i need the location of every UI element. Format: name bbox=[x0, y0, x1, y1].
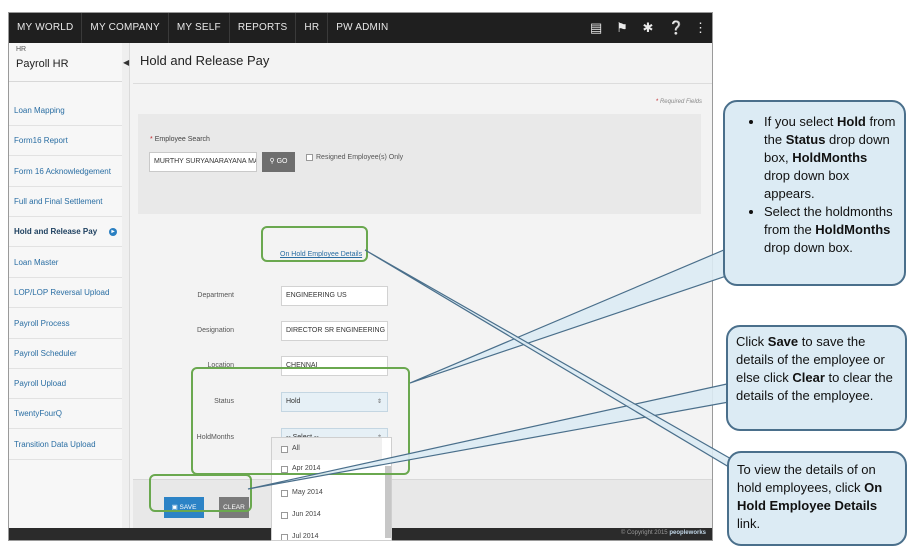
help-icon[interactable]: ❔ bbox=[668, 20, 684, 36]
highlight-save-clear bbox=[149, 474, 252, 512]
designation-label: Designation bbox=[197, 327, 234, 334]
callout-hold-months: If you select Hold from the Status drop … bbox=[723, 100, 906, 286]
highlight-status-holdmonths bbox=[191, 367, 410, 475]
sidebar-item-form16-ack[interactable]: Form 16 Acknowledgement bbox=[9, 157, 123, 187]
callout-on-hold-details: To view the details of on hold employees… bbox=[727, 451, 907, 546]
sidebar-item-twentyfourq[interactable]: TwentyFourQ bbox=[9, 399, 123, 429]
required-note-text: Required Fields bbox=[659, 99, 702, 105]
callout-bullet: If you select Hold from the Status drop … bbox=[764, 113, 896, 203]
sidebar-item-form16-report[interactable]: Form16 Report bbox=[9, 126, 123, 156]
month-option-label: Jul 2014 bbox=[292, 533, 319, 540]
sidebar-divider bbox=[9, 81, 123, 82]
nav-reports[interactable]: REPORTS bbox=[230, 13, 297, 43]
nav-pw-admin[interactable]: PW ADMIN bbox=[328, 13, 396, 43]
highlight-on-hold-link bbox=[261, 226, 368, 262]
department-label: Department bbox=[197, 292, 234, 299]
tools-icon[interactable]: ✱ bbox=[642, 20, 654, 36]
month-checkbox[interactable] bbox=[281, 489, 288, 497]
footer-copyright: © Copyright 2015 peopleworks bbox=[621, 530, 706, 536]
book-icon[interactable]: ▤ bbox=[590, 20, 602, 36]
active-arrow-icon: ▸ bbox=[109, 228, 117, 236]
page-title: Hold and Release Pay bbox=[140, 53, 270, 68]
nav-hr[interactable]: HR bbox=[296, 13, 329, 43]
share-icon[interactable]: ⋮ bbox=[694, 20, 707, 36]
go-button[interactable]: ⚲ GO bbox=[262, 152, 295, 172]
resigned-checkbox[interactable] bbox=[306, 154, 313, 161]
month-option-label: Jun 2014 bbox=[292, 511, 321, 518]
sidebar-item-lop-upload[interactable]: LOP/LOP Reversal Upload bbox=[9, 278, 123, 308]
flag-icon[interactable]: ⚑ bbox=[616, 20, 628, 36]
sidebar-item-payroll-scheduler[interactable]: Payroll Scheduler bbox=[9, 339, 123, 369]
go-button-label: GO bbox=[276, 158, 288, 165]
sidebar-item-full-final[interactable]: Full and Final Settlement bbox=[9, 187, 123, 217]
nav-my-company[interactable]: MY COMPANY bbox=[82, 13, 169, 43]
title-divider bbox=[133, 83, 712, 84]
sidebar-item-transition-upload[interactable]: Transition Data Upload bbox=[9, 430, 123, 460]
copyright-text: © Copyright 2015 bbox=[620, 530, 668, 536]
employee-search-label-text: Employee Search bbox=[154, 136, 210, 143]
nav-my-world[interactable]: MY WORLD bbox=[9, 13, 83, 43]
sidebar-collapse-handle[interactable]: ◀ bbox=[122, 43, 130, 540]
brand-logo: peopleworks bbox=[669, 530, 706, 536]
resigned-label: Resigned Employee(s) Only bbox=[316, 154, 404, 161]
chevron-left-icon: ◀ bbox=[123, 58, 130, 67]
callout-save-clear: Click Save to save the details of the em… bbox=[726, 325, 907, 431]
sidebar-item-label: Hold and Release Pay bbox=[14, 227, 98, 236]
month-checkbox[interactable] bbox=[281, 511, 288, 519]
department-field[interactable]: ENGINEERING US bbox=[281, 286, 388, 306]
top-navigation: MY WORLD MY COMPANY MY SELF REPORTS HR P… bbox=[9, 13, 712, 43]
callout-bullet: Select the holdmonths from the HoldMonth… bbox=[764, 203, 896, 257]
module-title: Payroll HR bbox=[16, 58, 69, 70]
sidebar-item-payroll-upload[interactable]: Payroll Upload bbox=[9, 369, 123, 399]
sidebar-item-payroll-process[interactable]: Payroll Process bbox=[9, 309, 123, 339]
module-label: HR bbox=[16, 46, 27, 53]
employee-search-panel: * Employee Search MURTHY SURYANARAYANA M… bbox=[138, 114, 701, 214]
resigned-filter[interactable]: Resigned Employee(s) Only bbox=[306, 154, 403, 161]
month-option[interactable]: Jul 2014 bbox=[272, 526, 382, 540]
nav-my-self[interactable]: MY SELF bbox=[169, 13, 230, 43]
dropdown-scrollbar[interactable] bbox=[385, 466, 391, 538]
search-icon: ⚲ bbox=[269, 158, 275, 165]
sidebar-item-loan-master[interactable]: Loan Master bbox=[9, 248, 123, 278]
sidebar-item-loan-mapping[interactable]: Loan Mapping bbox=[9, 96, 123, 126]
month-checkbox[interactable] bbox=[281, 533, 288, 540]
employee-search-label: * Employee Search bbox=[150, 136, 210, 143]
employee-search-input[interactable]: MURTHY SURYANARAYANA MAN bbox=[149, 152, 257, 172]
month-option[interactable]: May 2014 bbox=[272, 482, 382, 504]
required-note: * Required Fields bbox=[655, 99, 702, 105]
sidebar-item-hold-release[interactable]: Hold and Release Pay ▸ bbox=[9, 217, 123, 247]
month-option[interactable]: Jun 2014 bbox=[272, 504, 382, 526]
month-option-label: May 2014 bbox=[292, 489, 323, 496]
designation-field[interactable]: DIRECTOR SR ENGINEERING bbox=[281, 321, 388, 341]
nav-icon-group: ▤ ⚑ ✱ ❔ ⋮ bbox=[590, 13, 707, 43]
tutorial-screenshot: MY WORLD MY COMPANY MY SELF REPORTS HR P… bbox=[0, 0, 913, 556]
sidebar: HR Payroll HR Loan Mapping Form16 Report… bbox=[9, 43, 123, 540]
